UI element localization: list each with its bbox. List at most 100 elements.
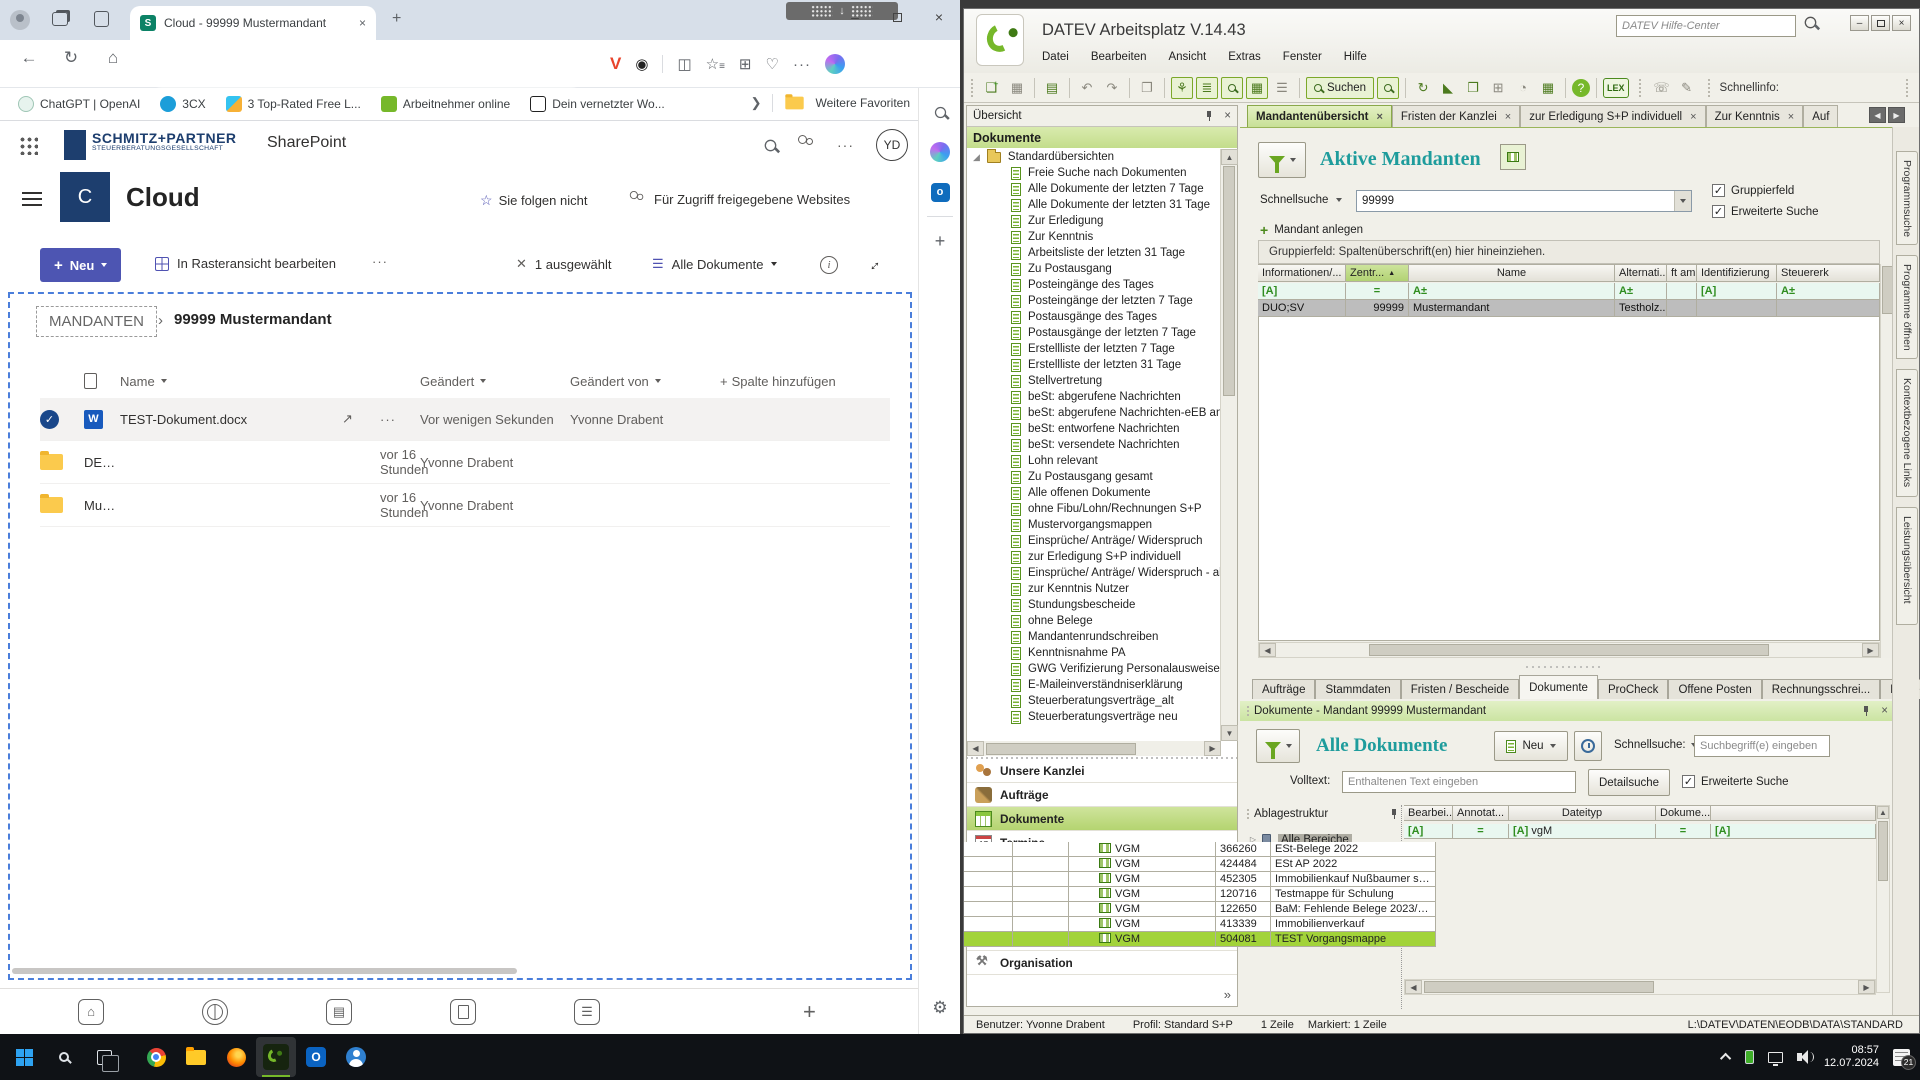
datev-help-search-input[interactable] [1616, 15, 1796, 37]
add-column-button[interactable]: + Spalte hinzufügen [720, 374, 890, 389]
overview-close-icon[interactable]: × [1224, 110, 1231, 122]
docs-erweiterte-checkbox[interactable]: ✓ Erweiterte Suche [1682, 775, 1789, 788]
window-close-button[interactable]: × [918, 3, 960, 31]
tree-item[interactable]: Posteingänge der letzten 7 Tage [967, 293, 1221, 309]
file-name[interactable]: Muster [84, 498, 120, 513]
file-row[interactable]: ✓ DEMO ↗ ··· vor 16 Stunden Yvonne Drabe… [40, 441, 890, 484]
nav-item[interactable]: Organisation [967, 951, 1237, 975]
doc-row[interactable]: VGM 413339 Immobilienverkauf [964, 917, 1436, 932]
new-document-icon[interactable]: ❏ + [981, 77, 1003, 99]
bookmark-item[interactable]: 3 Top-Rated Free L... [218, 93, 369, 115]
favorites-bar-icon[interactable]: ☆≡ [706, 55, 725, 73]
file-row[interactable]: ✓ Muster ↗ ··· vor 16 Stunden Yvonne Dra… [40, 484, 890, 527]
column-bezeichnung[interactable] [1711, 805, 1876, 821]
bottom-tab[interactable]: Offene Posten [1668, 679, 1762, 699]
docs-search-input[interactable] [1694, 735, 1830, 757]
docs-schnellsuche[interactable]: Schnellsuche: [1614, 739, 1697, 751]
tree-item[interactable]: Einsprüche/ Anträge/ Widerspruch [967, 533, 1221, 549]
detailsuche-button[interactable]: Detailsuche [1588, 769, 1670, 796]
tree-item[interactable]: Steuerberatungsverträge_alt [967, 693, 1221, 709]
row-check-icon[interactable]: ✓ [40, 409, 59, 429]
filter-button[interactable] [1258, 142, 1306, 178]
cmd-more-icon[interactable]: ··· [372, 254, 388, 269]
tree-item[interactable]: beSt: abgerufene Nachrichten [967, 389, 1221, 405]
appbar-home-icon[interactable]: ⌂ [78, 998, 104, 1025]
tree-item[interactable]: Mustervorgangsmappen [967, 517, 1221, 533]
scroll-left-icon[interactable]: ◀ [1405, 980, 1422, 994]
info-icon[interactable]: i [820, 256, 838, 274]
extension-swirl-icon[interactable]: ◉ [635, 55, 648, 73]
mandant-anlegen-link[interactable]: + Mandant anlegen [1260, 222, 1363, 238]
file-type-column-icon[interactable] [84, 373, 97, 389]
tree-item[interactable]: Kenntnisnahme PA [967, 645, 1221, 661]
row-more-icon[interactable]: ··· [380, 412, 420, 427]
file-name[interactable]: DEMO [84, 455, 120, 470]
panel-splitter[interactable] [1524, 665, 1604, 669]
column-zentral[interactable]: Zentr... ▲ [1346, 264, 1409, 282]
refresh-icon-datev[interactable]: ↻ [1412, 77, 1434, 99]
file-row[interactable]: ✓ TEST-Dokument.docx ↗ ··· Vor wenigen S… [40, 398, 890, 441]
sidebar-add-icon[interactable]: + [919, 221, 961, 261]
sidebar-settings-icon[interactable]: ⚙ [919, 988, 961, 1028]
datev-taskbar-icon[interactable] [256, 1037, 296, 1077]
appbar-document-icon[interactable] [450, 998, 476, 1025]
tree-item[interactable]: Erstellliste der letzten 7 Tage [967, 341, 1221, 357]
column-dokumentnr[interactable]: Dokume... [1656, 805, 1711, 821]
browser-profile-icon[interactable] [10, 10, 30, 30]
waffle-icon[interactable] [18, 135, 38, 155]
column-name-datev[interactable]: Name [1409, 264, 1615, 282]
tab-close-icon[interactable]: × [1788, 111, 1794, 123]
collections-icon[interactable]: ⊞ [739, 55, 752, 73]
nav-item[interactable]: Aufträge [967, 783, 1237, 807]
pin-icon[interactable] [1204, 111, 1214, 121]
mandanten-filter-row[interactable]: [A] = A± A± [A] A± [1258, 283, 1880, 300]
chrome-icon[interactable] [136, 1037, 176, 1077]
erweiterte-suche-checkbox[interactable]: ✓ Erweiterte Suche [1712, 205, 1819, 218]
side-tab-kontextbezogene-links[interactable]: Kontextbezogene Links [1896, 369, 1918, 497]
tree-item[interactable]: Postausgänge der letzten 7 Tage [967, 325, 1221, 341]
schnellsuche-caret-icon[interactable] [1336, 198, 1343, 202]
menu-item[interactable]: Extras [1228, 51, 1261, 63]
window-maximize-button[interactable] [876, 3, 918, 31]
tab-close-icon[interactable]: × [359, 16, 366, 30]
start-button[interactable] [4, 1037, 44, 1077]
nav-item[interactable]: Dokumente [967, 807, 1237, 831]
notification-center-icon[interactable]: 21 [1893, 1048, 1916, 1070]
mandanten-hscrollbar[interactable]: ◀ ▶ [1258, 642, 1880, 658]
menu-item[interactable]: Datei [1042, 51, 1069, 63]
tree-item[interactable]: ohne Belege [967, 613, 1221, 629]
copy-icon[interactable]: ❐ [1136, 77, 1158, 99]
datev-tab[interactable]: Zur Kenntnis × [1705, 105, 1804, 127]
appbar-globe-icon[interactable] [202, 998, 228, 1025]
print-icon[interactable]: ▤ [1041, 77, 1063, 99]
bookmark-item[interactable]: 3CX [152, 93, 213, 115]
extension-v-icon[interactable]: V [610, 54, 621, 74]
tree-item[interactable]: Arbeitsliste der letzten 31 Tage [967, 245, 1221, 261]
column-identifizierung[interactable]: Identifizierung [1697, 264, 1777, 282]
tree-view-icon[interactable]: ⚘ [1171, 76, 1193, 99]
firefox-icon[interactable] [216, 1037, 256, 1077]
scroll-up-icon[interactable]: ▲ [1877, 806, 1889, 819]
column-alternativ[interactable]: Alternati... [1615, 264, 1667, 282]
workspaces-icon[interactable] [52, 12, 68, 26]
bottom-tab[interactable]: ProCheck [1597, 679, 1669, 699]
datev-minimize-button[interactable]: – [1850, 15, 1869, 31]
file-name[interactable]: TEST-Dokument.docx [120, 412, 342, 427]
list-add-icon[interactable]: ≣ [1196, 76, 1218, 99]
tray-volume-icon[interactable] [1796, 1052, 1814, 1062]
undo-icon[interactable]: ↶ [1076, 77, 1098, 99]
menu-item[interactable]: Hilfe [1344, 51, 1367, 63]
help-search-icon[interactable] [1804, 16, 1817, 30]
tree-item[interactable]: Freie Suche nach Dokumenten [967, 165, 1221, 181]
docs-panel-close-icon[interactable]: × [1881, 705, 1888, 717]
datev-maximize-button[interactable] [1871, 15, 1890, 31]
scroll-right-icon[interactable]: ▶ [1862, 643, 1879, 657]
gruppierfeld-checkbox[interactable]: ✓ Gruppierfeld [1712, 184, 1794, 197]
scroll-right-icon[interactable]: ▶ [1858, 980, 1875, 994]
doc-row[interactable]: VGM 424484 ESt AP 2022 [964, 857, 1436, 872]
help-icon[interactable]: ? [1572, 78, 1591, 97]
tree-item[interactable]: Alle Dokumente der letzten 31 Tage [967, 197, 1221, 213]
tray-network-icon[interactable] [1767, 1051, 1783, 1066]
column-bearbeitet[interactable]: Bearbei... [1404, 805, 1453, 821]
window-minimize-button[interactable]: – [834, 3, 876, 31]
